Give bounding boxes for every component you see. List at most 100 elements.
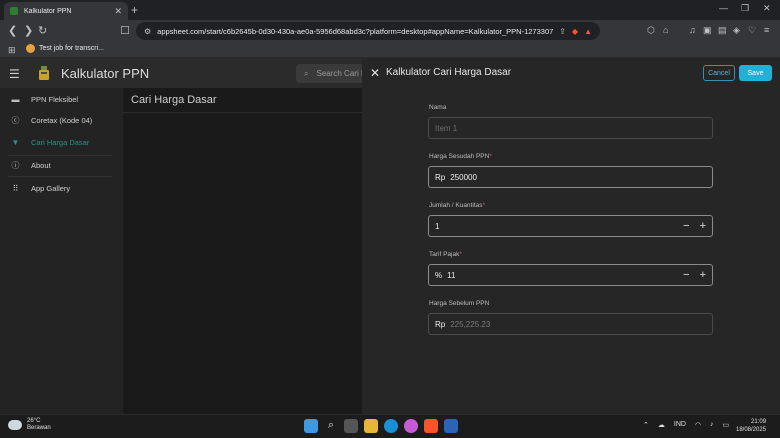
sidebar-item-label: Cari Harga Dasar: [31, 137, 90, 147]
app-header: ☰ Kalkulator PPN ⌕ Search Cari H: [0, 58, 376, 88]
rewards-icon[interactable]: ▲: [584, 27, 592, 36]
sidebar-item-ppn-fleksibel[interactable]: ▬ PPN Fleksibel: [0, 90, 120, 108]
close-window-icon[interactable]: ✕: [763, 3, 771, 14]
edge-icon[interactable]: [384, 419, 398, 433]
music-icon[interactable]: ♫: [689, 25, 696, 35]
app-logo-icon: [39, 66, 49, 80]
address-bar[interactable]: ⚙ appsheet.com/start/c6b2645b-0d30-430a-…: [136, 22, 600, 40]
new-tab-icon[interactable]: +: [131, 3, 138, 17]
sidebar-item-about[interactable]: ⓘ About: [0, 156, 120, 174]
bookmark-item[interactable]: Test job for transcri...: [26, 44, 104, 53]
hamburger-menu-icon[interactable]: ☰: [9, 67, 20, 81]
sidebar: ▬ PPN Fleksibel ⓒ Coretax (Kode 04) ▼ Ca…: [0, 88, 123, 414]
maximize-icon[interactable]: ❐: [741, 3, 749, 14]
bookmark-label: Test job for transcri...: [39, 45, 104, 52]
search-icon[interactable]: ⌕: [324, 419, 338, 433]
time: 21:09: [751, 419, 767, 425]
percent-prefix: %: [435, 270, 443, 280]
file-explorer-icon[interactable]: [364, 419, 378, 433]
decrement-icon[interactable]: −: [683, 269, 689, 281]
info-icon: ⓘ: [11, 160, 20, 170]
weather-widget[interactable]: 26°C Berawan: [8, 418, 51, 432]
sidebar-item-cari-harga-dasar[interactable]: ▼ Cari Harga Dasar: [0, 133, 120, 151]
increment-icon[interactable]: +: [700, 220, 706, 232]
copilot-icon[interactable]: [404, 419, 418, 433]
onedrive-icon[interactable]: ☁: [658, 421, 665, 429]
c-circle-icon: ⓒ: [11, 115, 20, 125]
browser-toolbar: ❮ ❯ ↻ ☐ ⚙ appsheet.com/start/c6b2645b-0d…: [0, 20, 780, 42]
sidebar-item-app-gallery[interactable]: ⠿ App Gallery: [0, 179, 120, 197]
heart-icon[interactable]: ♡: [748, 25, 756, 36]
date: 18/08/2025: [736, 427, 767, 433]
weather-condition: Berawan: [27, 425, 51, 431]
tarif-stepper[interactable]: % 11 − +: [428, 264, 713, 286]
required-mark: *: [482, 202, 486, 209]
jumlah-stepper[interactable]: 1 − +: [428, 215, 713, 237]
sidebar-item-label: App Gallery: [31, 183, 71, 193]
extension-icon[interactable]: ⬡: [647, 25, 655, 36]
required-mark: *: [489, 153, 492, 160]
tarif-value: 11: [447, 270, 456, 280]
bookmark-favicon-icon: [26, 44, 35, 53]
wallet-icon[interactable]: ▤: [718, 25, 727, 36]
sidebar-item-coretax[interactable]: ⓒ Coretax (Kode 04): [0, 111, 120, 129]
nama-field[interactable]: Item 1: [428, 117, 713, 139]
close-tab-icon[interactable]: ✕: [114, 6, 122, 17]
harga-sesudah-value: 250000: [450, 172, 477, 182]
minimize-icon[interactable]: —: [719, 3, 728, 13]
start-icon[interactable]: [304, 419, 318, 433]
funnel-icon: ▼: [11, 137, 20, 147]
share-icon[interactable]: ⇪: [559, 27, 566, 36]
harga-sesudah-label: Harga Sesudah PPN*: [429, 153, 492, 160]
save-button[interactable]: Save: [739, 65, 772, 81]
harga-sebelum-field: Rp 225,225.23: [428, 313, 713, 335]
vpn-icon[interactable]: ◈: [733, 25, 740, 36]
currency-prefix: Rp: [435, 319, 446, 329]
volume-icon[interactable]: ♪: [710, 421, 714, 429]
bookmarks-bar: ⊞ Test job for transcri...: [0, 42, 780, 58]
view-title: Cari Harga Dasar: [131, 94, 217, 106]
apps-grid-icon[interactable]: ⊞: [8, 45, 16, 56]
language-indicator[interactable]: IND: [674, 421, 686, 429]
increment-icon[interactable]: +: [700, 269, 706, 281]
currency-prefix: Rp: [435, 172, 446, 182]
sidebar-icon[interactable]: ▣: [703, 25, 712, 36]
sidebar-item-label: Coretax (Kode 04): [31, 115, 93, 125]
close-form-icon[interactable]: ✕: [370, 66, 380, 80]
harga-sebelum-label: Harga Sebelum PPN: [429, 300, 490, 307]
task-view-icon[interactable]: [344, 419, 358, 433]
app-title: Kalkulator PPN: [61, 66, 150, 81]
forward-icon[interactable]: ❯: [24, 24, 33, 37]
system-tray: ⌃ ☁ IND ◠ ♪ ▭: [643, 421, 729, 429]
harga-sesudah-field[interactable]: Rp 250000: [428, 166, 713, 188]
translate-icon[interactable]: ⌂: [663, 25, 668, 35]
harga-sebelum-value: 225,225.23: [450, 319, 491, 329]
menu-icon[interactable]: ≡: [764, 25, 769, 35]
clock[interactable]: 21:09 18/08/2025: [736, 418, 766, 434]
nama-label: Nama: [429, 104, 447, 111]
bookmark-page-icon[interactable]: ☐: [120, 24, 130, 37]
brave-shields-icon[interactable]: ◆: [572, 27, 578, 36]
browser-tab[interactable]: Kalkulator PPN ✕: [4, 2, 128, 20]
tarif-label: Tarif Pajak*: [429, 251, 462, 258]
view-divider: [123, 112, 362, 113]
sidebar-divider: [8, 176, 112, 177]
back-icon[interactable]: ❮: [8, 24, 17, 37]
windows-taskbar: 26°C Berawan ⌕ ⌃ ☁ IND ◠ ♪ ▭ 21:09 18/08…: [0, 414, 780, 438]
reload-icon[interactable]: ↻: [38, 24, 47, 37]
cancel-button[interactable]: Cancel: [703, 65, 735, 81]
decrement-icon[interactable]: −: [683, 220, 689, 232]
word-icon[interactable]: [444, 419, 458, 433]
battery-icon[interactable]: ▭: [723, 421, 730, 429]
cloud-icon: [8, 420, 22, 430]
form-panel: ✕ Kalkulator Cari Harga Dasar Cancel Sav…: [362, 58, 780, 414]
chevron-up-icon[interactable]: ⌃: [643, 421, 649, 429]
jumlah-value: 1: [435, 221, 440, 231]
grid-icon: ⠿: [12, 183, 19, 193]
site-settings-icon[interactable]: ⚙: [144, 27, 151, 36]
brave-browser-icon[interactable]: [424, 419, 438, 433]
wifi-icon[interactable]: ◠: [695, 421, 701, 429]
card-icon: ▬: [11, 94, 20, 104]
jumlah-label: Jumlah / Kuantitas*: [429, 202, 486, 209]
sidebar-item-label: About: [31, 160, 51, 170]
